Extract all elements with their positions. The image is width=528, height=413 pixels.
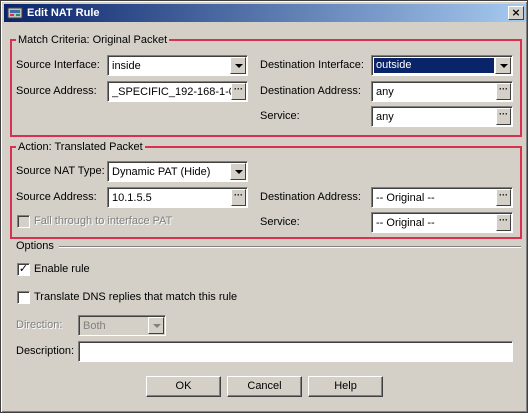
source-nat-type-select[interactable]: Dynamic PAT (Hide)	[107, 161, 248, 182]
source-interface-dropdown-button[interactable]	[230, 57, 246, 74]
destination-interface-dropdown-button[interactable]	[495, 57, 511, 74]
match-destination-address-browse-button[interactable]: ···	[496, 83, 511, 100]
action-legend: Action: Translated Packet	[16, 140, 145, 154]
ellipsis-icon: ···	[499, 190, 508, 200]
checkmark-icon: ✓	[18, 263, 29, 275]
source-interface-label: Source Interface:	[16, 59, 100, 71]
options-separator	[59, 246, 521, 248]
close-button[interactable]: ×	[508, 6, 524, 20]
match-destination-address-label: Destination Address:	[260, 85, 361, 97]
source-nat-type-label: Source NAT Type:	[16, 165, 105, 177]
chevron-down-icon	[153, 324, 161, 328]
ellipsis-icon: ···	[234, 84, 243, 94]
title-bar[interactable]: Edit NAT Rule ×	[4, 4, 526, 22]
ellipsis-icon: ···	[499, 84, 508, 94]
translate-dns-checkbox[interactable]	[17, 291, 30, 304]
ok-button[interactable]: OK	[146, 376, 221, 397]
match-service-label: Service:	[260, 110, 300, 122]
source-interface-select[interactable]: inside	[107, 55, 248, 76]
options-legend: Options	[16, 240, 54, 252]
edit-nat-rule-dialog: Edit NAT Rule × Match Criteria: Original…	[0, 0, 528, 413]
action-destination-address-field[interactable]: -- Original -- ···	[371, 187, 513, 208]
enable-rule-checkbox[interactable]: ✓	[17, 263, 30, 276]
translate-dns-label: Translate DNS replies that match this ru…	[34, 291, 238, 303]
help-button[interactable]: Help	[308, 376, 383, 397]
cancel-button[interactable]: Cancel	[227, 376, 302, 397]
close-icon: ×	[511, 6, 521, 19]
action-source-address-label: Source Address:	[16, 191, 97, 203]
match-source-address-browse-button[interactable]: ···	[231, 83, 246, 100]
direction-select[interactable]: Both	[78, 315, 166, 336]
description-label: Description:	[16, 345, 75, 357]
direction-label: Direction:	[16, 319, 63, 331]
ellipsis-icon: ···	[234, 190, 243, 200]
chevron-down-icon	[235, 64, 243, 68]
match-criteria-legend: Match Criteria: Original Packet	[16, 33, 170, 47]
direction-dropdown-button[interactable]	[148, 317, 164, 334]
action-source-address-browse-button[interactable]: ···	[231, 189, 246, 206]
action-service-browse-button[interactable]: ···	[496, 214, 511, 231]
action-service-field[interactable]: -- Original -- ···	[371, 212, 513, 233]
description-field[interactable]	[78, 341, 513, 362]
match-source-address-label: Source Address:	[16, 85, 97, 97]
destination-interface-select[interactable]: outside	[371, 55, 513, 76]
match-service-browse-button[interactable]: ···	[496, 108, 511, 125]
nat-rule-icon	[7, 7, 23, 19]
fall-through-checkbox[interactable]	[17, 215, 30, 228]
ellipsis-icon: ···	[499, 109, 508, 119]
match-destination-address-field[interactable]: any ···	[371, 81, 513, 102]
window-title: Edit NAT Rule	[27, 7, 100, 19]
action-source-address-field[interactable]: 10.1.5.5 ···	[107, 187, 248, 208]
chevron-down-icon	[500, 64, 508, 68]
source-nat-type-dropdown-button[interactable]	[230, 163, 246, 180]
destination-interface-label: Destination Interface:	[260, 59, 364, 71]
match-service-field[interactable]: any ···	[371, 106, 513, 127]
fall-through-label: Fall through to interface PAT	[34, 215, 173, 227]
action-destination-address-browse-button[interactable]: ···	[496, 189, 511, 206]
enable-rule-label: Enable rule	[34, 263, 90, 275]
match-source-address-field[interactable]: _SPECIFIC_192-168-1-0 ···	[107, 81, 248, 102]
chevron-down-icon	[235, 170, 243, 174]
action-service-label: Service:	[260, 216, 300, 228]
ellipsis-icon: ···	[499, 215, 508, 225]
action-destination-address-label: Destination Address:	[260, 191, 361, 203]
